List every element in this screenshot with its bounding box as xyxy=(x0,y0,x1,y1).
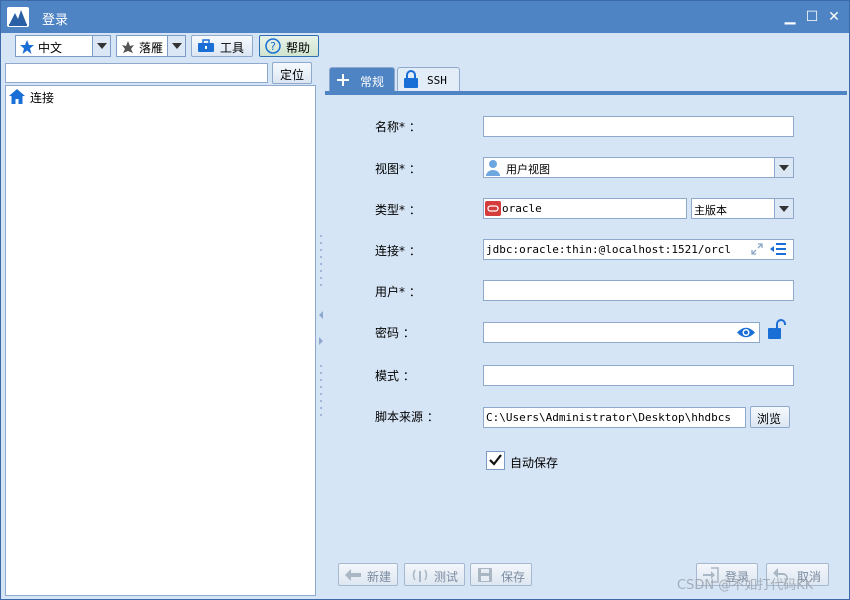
script-source-label: 脚本来源 ： xyxy=(375,410,439,424)
autosave-checkbox[interactable] xyxy=(486,451,505,470)
general-form: 名称* ： 视图* ： 用户视图 类型* ： oracle 主版本 连接* ： … xyxy=(325,95,847,557)
schema-input[interactable] xyxy=(483,365,794,386)
plus-icon xyxy=(337,74,349,86)
new-icon xyxy=(345,569,361,581)
chevron-down-icon[interactable] xyxy=(774,158,793,177)
app-logo-icon xyxy=(7,7,29,27)
leaf-icon xyxy=(122,41,134,53)
eye-icon[interactable] xyxy=(736,325,756,343)
version-select[interactable]: 主版本 xyxy=(691,198,794,219)
language-value: 中文 xyxy=(38,41,63,55)
toolbox-icon xyxy=(198,39,214,52)
connection-url-input[interactable]: jdbc:oracle:thin:@localhost:1521/orcl xyxy=(483,239,794,260)
type-label: 类型* ： xyxy=(375,203,421,217)
username-input[interactable] xyxy=(483,280,794,301)
script-path-input[interactable]: C:\Users\Administrator\Desktop\hhdbcs xyxy=(483,407,746,428)
db-type-field[interactable]: oracle xyxy=(483,198,687,219)
save-icon xyxy=(478,568,492,582)
antenna-icon xyxy=(412,569,428,582)
title-bar: 登录 ▁ ☐ ✕ xyxy=(1,1,849,33)
svg-text:?: ? xyxy=(270,40,276,53)
unlock-icon[interactable] xyxy=(766,319,786,344)
chevron-down-icon[interactable] xyxy=(167,36,185,56)
minimize-icon[interactable]: ▁ xyxy=(779,7,801,27)
password-input[interactable] xyxy=(483,322,760,343)
chevron-down-icon[interactable] xyxy=(92,36,110,56)
check-icon xyxy=(489,454,502,466)
new-button[interactable]: 新建 xyxy=(338,563,398,586)
schema-label: 模式 ： xyxy=(375,369,415,383)
login-window: 登录 ▁ ☐ ✕ 中文 落雁 工具 ? 帮助 定位 连接 常规 SSH 名称* … xyxy=(0,0,850,600)
save-button[interactable]: 保存 xyxy=(470,563,532,586)
tree-node-label: 连接 xyxy=(30,91,55,105)
locate-button[interactable]: 定位 xyxy=(272,62,312,84)
home-icon xyxy=(9,89,25,104)
connection-tree[interactable]: 连接 xyxy=(5,85,316,596)
left-pane: 定位 连接 xyxy=(5,61,316,596)
help-icon: ? xyxy=(265,38,281,54)
user-icon xyxy=(486,160,500,176)
browse-button[interactable]: 浏览 xyxy=(750,406,790,428)
maximize-icon[interactable]: ☐ xyxy=(801,7,823,27)
theme-value: 落雁 xyxy=(139,41,164,55)
toolbar: 中文 落雁 工具 ? 帮助 xyxy=(1,33,849,59)
user-label: 用户* ： xyxy=(375,285,421,299)
search-input[interactable] xyxy=(5,63,268,83)
splitter-handle[interactable] xyxy=(317,61,325,596)
help-button[interactable]: ? 帮助 xyxy=(259,35,319,57)
csdn-watermark: CSDN @不如打代码KK xyxy=(677,578,814,593)
tab-strip: 常规 SSH xyxy=(329,67,847,91)
lock-icon xyxy=(404,70,418,88)
tab-ssh[interactable]: SSH xyxy=(397,67,460,91)
autosave-label: 自动保存 xyxy=(510,456,559,470)
test-button[interactable]: 测试 xyxy=(404,563,465,586)
oracle-icon xyxy=(485,201,501,216)
name-input[interactable] xyxy=(483,116,794,137)
view-label: 视图* ： xyxy=(375,162,421,176)
password-label: 密码 ： xyxy=(375,326,415,340)
connection-label: 连接* ： xyxy=(375,244,421,258)
tab-general[interactable]: 常规 xyxy=(329,67,395,91)
expand-icon[interactable] xyxy=(750,242,764,259)
star-icon xyxy=(20,40,34,54)
window-title: 登录 xyxy=(42,13,69,28)
close-icon[interactable]: ✕ xyxy=(823,7,845,27)
list-indent-icon[interactable] xyxy=(770,242,786,259)
chevron-down-icon[interactable] xyxy=(774,199,793,218)
name-label: 名称* ： xyxy=(375,120,421,134)
tools-button[interactable]: 工具 xyxy=(191,35,253,57)
language-select[interactable]: 中文 xyxy=(15,35,111,57)
view-select[interactable]: 用户视图 xyxy=(483,157,794,178)
theme-select[interactable]: 落雁 xyxy=(116,35,186,57)
